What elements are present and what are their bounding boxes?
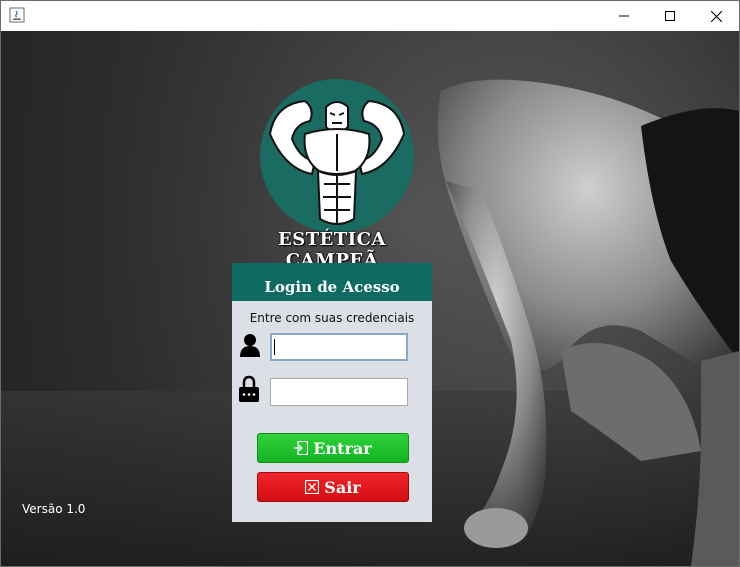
enter-button-label: Entrar (313, 438, 372, 458)
maximize-button[interactable] (647, 1, 693, 31)
version-label: Versão 1.0 (22, 502, 86, 516)
close-button[interactable] (693, 1, 739, 31)
login-panel: Login de Acesso Entre com suas credencia… (232, 263, 432, 522)
enter-button[interactable]: Entrar (257, 433, 409, 463)
login-subtitle: Entre com suas credenciais (249, 311, 415, 325)
exit-button-label: Sair (324, 477, 361, 497)
lock-icon (239, 375, 259, 402)
app-window: ESTÉTICA CAMPEÃ Login de Acesso Entre co… (0, 0, 740, 567)
username-input[interactable] (270, 333, 408, 361)
exit-button[interactable]: Sair (257, 472, 409, 502)
java-app-icon (9, 7, 25, 23)
minimize-icon (619, 15, 629, 17)
bodybuilder-logo-icon (260, 79, 414, 233)
maximize-icon (665, 11, 675, 21)
login-screen: ESTÉTICA CAMPEÃ Login de Acesso Entre co… (1, 31, 739, 566)
login-header: Login de Acesso (232, 263, 432, 301)
text-cursor (274, 339, 275, 355)
user-icon (240, 334, 260, 357)
title-bar[interactable] (1, 1, 739, 31)
minimize-button[interactable] (601, 1, 647, 31)
login-title: Login de Acesso (264, 278, 400, 296)
close-icon (710, 10, 722, 22)
exit-icon (305, 480, 320, 494)
enter-icon (294, 441, 309, 455)
password-input[interactable] (270, 378, 408, 406)
